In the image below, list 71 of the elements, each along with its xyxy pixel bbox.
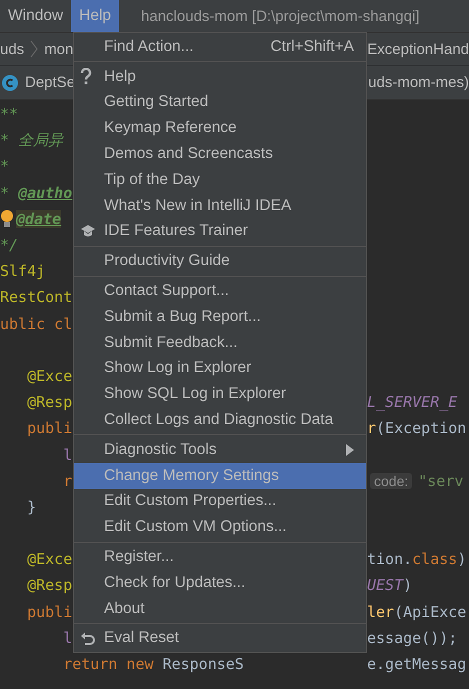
breadcrumb-item[interactable]: ExceptionHand xyxy=(367,40,469,58)
menu-item[interactable]: Check for Updates... xyxy=(74,570,366,596)
menu-item[interactable]: Show Log in Explorer xyxy=(74,356,366,382)
code-text: r xyxy=(62,472,72,490)
code-text: ResponseS xyxy=(162,655,244,674)
code-text: ) xyxy=(457,550,466,568)
code-text: * xyxy=(0,184,10,202)
menu-item[interactable]: Contact Support... xyxy=(74,278,366,304)
menu-item[interactable]: Eval Reset xyxy=(74,626,366,652)
menu-item[interactable]: Tip of the Day xyxy=(74,166,366,193)
code-text: (Exception xyxy=(376,419,466,438)
editor-tab[interactable]: uds-mom-mes) xyxy=(368,74,469,91)
editor-tab[interactable]: DeptSe xyxy=(25,74,76,91)
code-text: l xyxy=(62,446,72,464)
code-text: l xyxy=(62,628,72,647)
code-text: UEST xyxy=(367,576,404,594)
menu-item[interactable]: Register... xyxy=(74,544,366,570)
submenu-arrow-icon xyxy=(346,444,354,456)
code-text: return new xyxy=(62,655,155,674)
menu-item[interactable]: Keymap Reference xyxy=(74,115,366,142)
code-text: tion. xyxy=(367,550,412,568)
help-icon xyxy=(80,68,92,86)
code-text: @Resp xyxy=(26,576,72,594)
menu-item[interactable]: Find Action... Ctrl+Shift+A xyxy=(74,34,366,60)
breadcrumb-item[interactable]: uds xyxy=(0,40,24,58)
undo-icon xyxy=(80,630,96,646)
menu-item[interactable]: Diagnostic Tools xyxy=(74,436,366,463)
code-text: @Exce xyxy=(26,366,72,385)
code-text: */ xyxy=(0,236,18,254)
menu-item[interactable]: Help xyxy=(74,64,366,90)
lightbulb-icon[interactable] xyxy=(0,208,14,229)
parameter-hint: code: xyxy=(370,472,412,489)
menu-item[interactable]: Edit Custom Properties... xyxy=(74,488,366,514)
code-text: * xyxy=(0,157,10,176)
code-text: e.getMessag xyxy=(367,655,466,674)
menu-item[interactable]: IDE Features Trainer xyxy=(74,218,366,244)
code-text: Slf4j xyxy=(0,262,46,280)
graduation-cap-icon xyxy=(80,224,96,238)
menu-item[interactable]: What's New in IntelliJ IDEA xyxy=(74,192,366,219)
code-text: } xyxy=(26,498,36,516)
code-text: "serv xyxy=(418,472,464,490)
code-text: class xyxy=(412,550,458,568)
code-text: @date xyxy=(16,210,62,228)
code-text: ublic cl xyxy=(0,314,72,333)
code-text: ) xyxy=(403,576,412,594)
code-text: @Resp xyxy=(26,393,72,412)
menu-item[interactable]: Demos and Screencasts xyxy=(74,141,366,167)
menu-item[interactable]: Edit Custom VM Options... xyxy=(74,514,366,540)
code-text: ler xyxy=(367,602,394,621)
code-text: RestCont xyxy=(0,288,72,306)
menu-item[interactable]: Submit Feedback... xyxy=(74,330,366,356)
menu-item[interactable]: Show SQL Log in Explorer xyxy=(74,381,366,408)
chevron-right-icon xyxy=(30,40,38,58)
code-text: r xyxy=(367,419,376,438)
window-title: hanclouds-mom [D:\project\mom-shangqi] xyxy=(141,6,420,26)
code-text: essage()); xyxy=(367,628,458,647)
menu-item[interactable]: Submit a Bug Report... xyxy=(74,304,366,330)
menu-item[interactable]: Collect Logs and Diagnostic Data xyxy=(74,407,366,433)
code-text: (ApiExce xyxy=(394,602,466,621)
code-text: ** xyxy=(0,105,18,124)
menu-bar-item[interactable]: Window xyxy=(0,0,72,32)
code-text: @autho xyxy=(18,184,72,202)
menu-item[interactable]: Productivity Guide xyxy=(74,248,366,274)
code-text: L_SERVER_E xyxy=(367,393,458,412)
code-text: publi xyxy=(26,602,72,621)
code-text: publi xyxy=(26,419,72,438)
menu-item[interactable]: Getting Started xyxy=(74,90,366,116)
breadcrumb-item[interactable]: mon xyxy=(44,40,74,58)
code-text: @Exce xyxy=(26,550,72,568)
code-text: * 全局异 xyxy=(0,130,64,150)
menu-item[interactable]: About xyxy=(74,596,366,622)
